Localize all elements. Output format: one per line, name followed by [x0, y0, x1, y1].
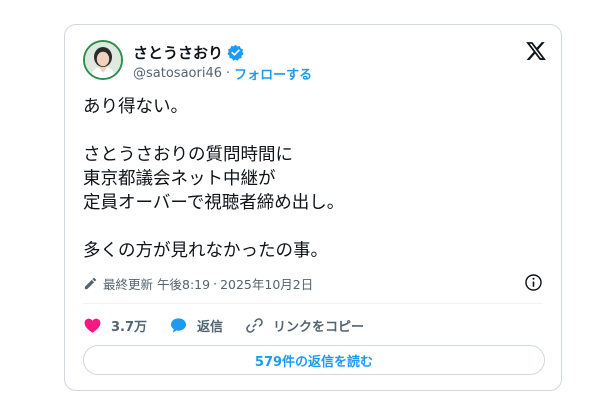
avatar[interactable]: [83, 40, 123, 80]
post-text-line: さとうさおりの質問時間に: [83, 145, 293, 165]
read-replies-button[interactable]: 579件の返信を読む: [83, 345, 545, 375]
post-text-line: 多くの方が見れなかったの事。: [83, 241, 328, 261]
author-name-row: さとうさおり: [133, 42, 244, 62]
post-actions: 3.7万 返信 リンクをコピー: [83, 314, 386, 336]
info-icon[interactable]: [524, 273, 543, 292]
author-handle-row: @satosaori46 · フォローする: [133, 64, 312, 83]
timestamp-separator: ·: [213, 275, 218, 291]
edited-label: 最終更新: [103, 276, 154, 292]
embedded-post-card: さとうさおり @satosaori46 · フォローする あり得ない。 さとうさ…: [64, 24, 562, 391]
x-logo-icon[interactable]: [525, 40, 547, 62]
read-replies-label: 579件の返信を読む: [254, 354, 374, 370]
post-timestamp-row[interactable]: 最終更新 午後8:19 · 2025年10月2日: [83, 274, 313, 292]
post-text-line: 東京都議会ネット中継が: [83, 169, 276, 189]
handle-separator: ·: [225, 65, 231, 81]
speech-bubble-icon: [171, 317, 187, 333]
reply-button[interactable]: 返信: [169, 316, 223, 335]
post-text: あり得ない。 さとうさおりの質問時間に 東京都議会ネット中継が 定員オーバーで視…: [83, 95, 543, 263]
like-count: 3.7万: [111, 319, 148, 335]
verified-badge-icon: [227, 44, 244, 61]
post-time: 午後8:19: [157, 276, 211, 292]
link-icon: [246, 317, 263, 333]
heart-icon: [84, 318, 101, 333]
reply-label: 返信: [197, 319, 224, 335]
copy-link-button[interactable]: リンクをコピー: [245, 316, 364, 335]
follow-button[interactable]: フォローする: [234, 64, 312, 83]
post-text-line: あり得ない。: [83, 97, 188, 117]
copy-link-label: リンクをコピー: [273, 319, 365, 335]
post-date: 2025年10月2日: [220, 276, 314, 292]
divider: [83, 303, 543, 304]
avatar-photo: [85, 42, 121, 78]
author-display-name[interactable]: さとうさおり: [133, 42, 223, 63]
pencil-icon: [84, 277, 97, 289]
post-text-line: 定員オーバーで視聴者締め出し。: [83, 193, 345, 213]
author-handle[interactable]: @satosaori46: [133, 66, 222, 81]
like-button[interactable]: 3.7万: [83, 316, 147, 335]
